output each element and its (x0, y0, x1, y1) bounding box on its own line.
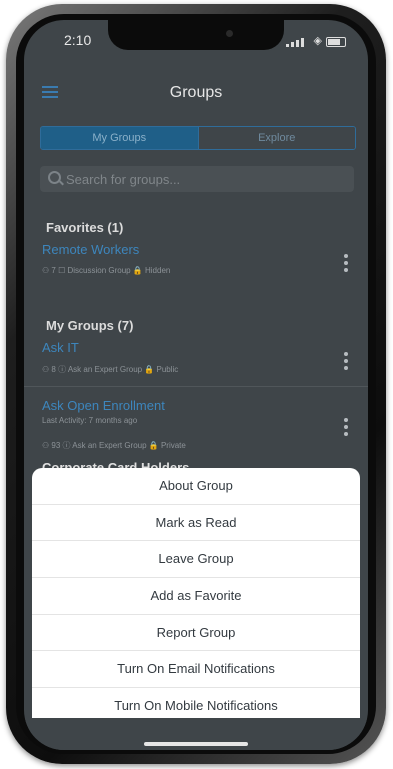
email-notifications-button[interactable]: Turn On Email Notifications (32, 651, 360, 689)
group-name: Ask IT (42, 340, 79, 355)
divider (24, 386, 368, 387)
battery-icon (326, 37, 346, 47)
about-group-button[interactable]: About Group (32, 468, 360, 505)
wifi-icon: ◈ (313, 35, 322, 47)
home-indicator[interactable] (144, 742, 248, 746)
group-meta: ⚇ 8 ⓘ Ask an Expert Group 🔒 Public (42, 365, 179, 374)
list-item-ask-open-enrollment[interactable]: Ask Open Enrollment Last Activity: 7 mon… (24, 398, 368, 450)
favorites-heading: Favorites (1) (46, 220, 124, 235)
group-meta: ⚇ 7 ☐ Discussion Group 🔒 Hidden (42, 266, 171, 275)
tab-explore[interactable]: Explore (197, 127, 355, 149)
camera-icon (226, 30, 233, 37)
search-input[interactable] (66, 170, 336, 188)
group-activity: Last Activity: 7 months ago (42, 416, 138, 425)
app-screen: 2:10 ◈ Groups My Groups Explore Favorite… (24, 20, 368, 750)
app-header: Groups (24, 72, 368, 108)
notch (108, 20, 284, 50)
more-options-icon[interactable] (344, 418, 348, 439)
group-action-sheet: About Group Mark as Read Leave Group Add… (32, 468, 360, 718)
report-group-button[interactable]: Report Group (32, 615, 360, 652)
more-options-icon[interactable] (344, 352, 348, 373)
add-as-favorite-button[interactable]: Add as Favorite (32, 578, 360, 615)
group-name: Ask Open Enrollment (42, 398, 165, 413)
my-groups-heading: My Groups (7) (46, 318, 134, 333)
list-item-remote-workers[interactable]: Remote Workers ⚇ 7 ☐ Discussion Group 🔒 … (24, 242, 368, 282)
groups-tab-bar: My Groups Explore (40, 126, 356, 150)
leave-group-button[interactable]: Leave Group (32, 541, 360, 579)
mark-as-read-button[interactable]: Mark as Read (32, 505, 360, 542)
search-icon (48, 171, 61, 184)
status-bar: 2:10 ◈ (24, 20, 368, 60)
tab-my-groups[interactable]: My Groups (41, 127, 198, 149)
signal-icon (286, 38, 304, 47)
status-time: 2:10 (64, 32, 92, 48)
more-options-icon[interactable] (344, 254, 348, 275)
list-item-ask-it[interactable]: Ask IT ⚇ 8 ⓘ Ask an Expert Group 🔒 Publi… (24, 340, 368, 380)
group-meta: ⚇ 93 ⓘ Ask an Expert Group 🔒 Private (42, 441, 186, 450)
search-bar (40, 166, 354, 192)
group-name: Remote Workers (42, 242, 140, 257)
page-title: Groups (169, 84, 223, 101)
